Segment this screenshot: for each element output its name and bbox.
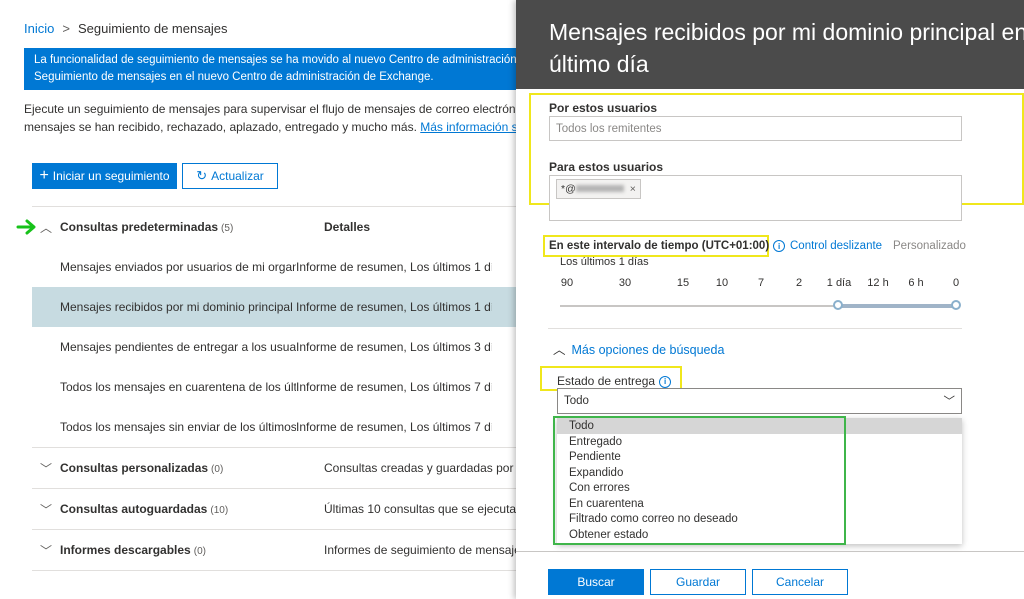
delivery-status-selected: Todo [564,395,589,407]
row-details: Informe de resumen, Los últimos 1 días [296,300,492,314]
slider-tick-label: 2 [795,277,803,289]
group-details: Últimas 10 consultas que se ejecutan p [324,502,520,516]
redacted-domain [575,185,624,192]
group-count: (5) [221,223,234,234]
refresh-label: Actualizar [211,169,264,183]
breadcrumb-current: Seguimiento de mensajes [77,21,228,36]
row-query-name: Mensajes recibidos por mi dominio princi… [60,300,296,314]
intro-line-2: mensajes se han recibido, rechazado, apl… [24,120,417,134]
time-range-label: En este intervalo de tiempo (UTC+01:00) i [549,240,786,253]
migration-banner: La funcionalidad de seguimiento de mensa… [24,48,524,90]
more-options-label: Más opciones de búsqueda [571,343,725,357]
intro-line-1: Ejecute un seguimiento de mensajes para … [24,102,520,116]
slider-tick-label: 15 [676,277,690,289]
table-row[interactable]: Todos los mensajes en cuarentena de los … [32,367,520,407]
chevron-up-icon[interactable]: ︿ [32,219,60,236]
row-details: Informe de resumen, Los últimos 7 días [296,380,492,394]
slider-mode-link[interactable]: Control deslizante [790,240,882,252]
slider-tick-label: 7 [757,277,765,289]
save-button[interactable]: Guardar [650,569,746,595]
search-button[interactable]: Buscar [548,569,644,595]
group-name: Consultas predeterminadas [60,220,219,234]
group-details: Consultas creadas y guardadas por los [324,461,520,475]
cancel-button[interactable]: Cancelar [752,569,848,595]
banner-line-1: La funcionalidad de seguimiento de mensa… [34,54,524,66]
breadcrumb-home-link[interactable]: Inicio [24,21,54,36]
slider-tick-label: 1 día [826,277,852,289]
plus-icon: + [39,167,49,184]
row-details: Informe de resumen, Los últimos 7 días [296,420,492,434]
group-name: Consultas personalizadas [60,461,209,475]
group-count: (0) [193,546,206,557]
row-details: Informe de resumen, Los últimos 1 días [296,260,492,274]
slider-tick-label: 12 h [867,277,889,289]
options-highlight-box [553,416,846,545]
section-divider [548,328,962,329]
intro-text: Ejecute un seguimiento de mensajes para … [24,100,520,136]
table-row-selected[interactable]: Mensajes recibidos por mi dominio princi… [32,287,520,327]
recipient-tag: *@ × [556,179,641,199]
to-users-input[interactable]: *@ × [549,175,962,221]
from-users-label: Por estos usuarios [549,101,658,115]
table-row[interactable]: Mensajes pendientes de entregar a los us… [32,327,520,367]
group-downloadable-reports[interactable]: ﹀ Informes descargables (0) Informes de s… [32,530,520,570]
breadcrumb-separator: > [62,21,70,36]
column-header-details: Detalles [324,220,371,234]
slider-thumb-start[interactable] [833,300,843,310]
table-row[interactable]: Todos los mensajes sin enviar de los últ… [32,407,520,447]
group-count: (10) [210,505,229,516]
row-details: Informe de resumen, Los últimos 3 días [296,340,492,354]
delivery-status-label: Estado de entrega i [557,374,672,388]
group-details: Informes de seguimiento de mensajes c [324,543,520,557]
group-autosaved-queries[interactable]: ﹀ Consultas autoguardadas (10) Últimas 10… [32,489,520,529]
chevron-down-icon[interactable]: ﹀ [32,460,60,477]
group-name: Informes descargables [60,543,191,557]
start-trace-button[interactable]: + Iniciar un seguimiento [32,163,177,189]
info-icon[interactable]: i [773,240,786,252]
info-icon[interactable]: i [659,375,672,388]
row-query-name: Mensajes pendientes de entregar a los us… [60,340,296,354]
group-count: (0) [211,464,224,475]
chevron-down-icon[interactable]: ﹀ [32,501,60,518]
more-options-toggle[interactable]: ︿ Más opciones de búsqueda [553,339,724,358]
delivery-status-select[interactable]: Todo ﹀ [557,388,962,414]
slider-tick-label: 30 [618,277,632,289]
row-query-name: Todos los mensajes en cuarentena de los … [60,380,296,394]
delivery-status-label-text: Estado de entrega [557,374,656,388]
refresh-button[interactable]: ↻ Actualizar [182,163,278,189]
chevron-down-icon[interactable]: ﹀ [32,542,60,559]
panel-title-line-2: último día [549,51,649,77]
group-name: Consultas autoguardadas [60,502,208,516]
group-default-queries[interactable]: ︿ Consultas predeterminadas (5) Detalles [32,207,520,247]
slider-tick-label: 6 h [908,277,924,289]
panel-title-line-1: Mensajes recibidos por mi dominio princi… [549,19,1024,45]
time-range-value: Los últimos 1 días [560,256,649,268]
chevron-down-icon: ﹀ [943,396,956,408]
start-trace-label: Iniciar un seguimiento [52,169,170,183]
custom-mode-link[interactable]: Personalizado [893,240,966,252]
time-range-label-text: En este intervalo de tiempo (UTC+01:00) [549,240,770,253]
recipient-tag-text: *@ [561,183,576,195]
row-query-name: Todos los mensajes sin enviar de los últ… [60,420,296,434]
slider-thumb-end[interactable] [951,300,961,310]
from-users-input[interactable]: Todos los remitentes [549,116,962,141]
slider-tick-label: 0 [952,277,960,289]
slider-tick-label: 10 [715,277,729,289]
breadcrumb: Inicio > Seguimiento de mensajes [24,21,228,36]
chevron-up-icon: ︿ [553,343,566,357]
slider-tick-label: 90 [560,277,574,289]
footer-divider [516,551,1024,552]
banner-line-2: Seguimiento de mensajes en el nuevo Cent… [34,71,434,83]
row-query-name: Mensajes enviados por usuarios de mi org… [60,260,296,274]
table-row[interactable]: Mensajes enviados por usuarios de mi org… [32,247,520,287]
refresh-icon: ↻ [196,168,208,183]
group-custom-queries[interactable]: ﹀ Consultas personalizadas (0) Consultas … [32,448,520,488]
panel-title: Mensajes recibidos por mi dominio princi… [549,16,1024,80]
row-divider [32,570,520,571]
learn-more-link[interactable]: Más información sobre el s [420,120,520,134]
dismiss-icon[interactable]: × [630,183,636,195]
time-slider-fill [838,304,956,308]
to-users-label: Para estos usuarios [549,160,664,174]
